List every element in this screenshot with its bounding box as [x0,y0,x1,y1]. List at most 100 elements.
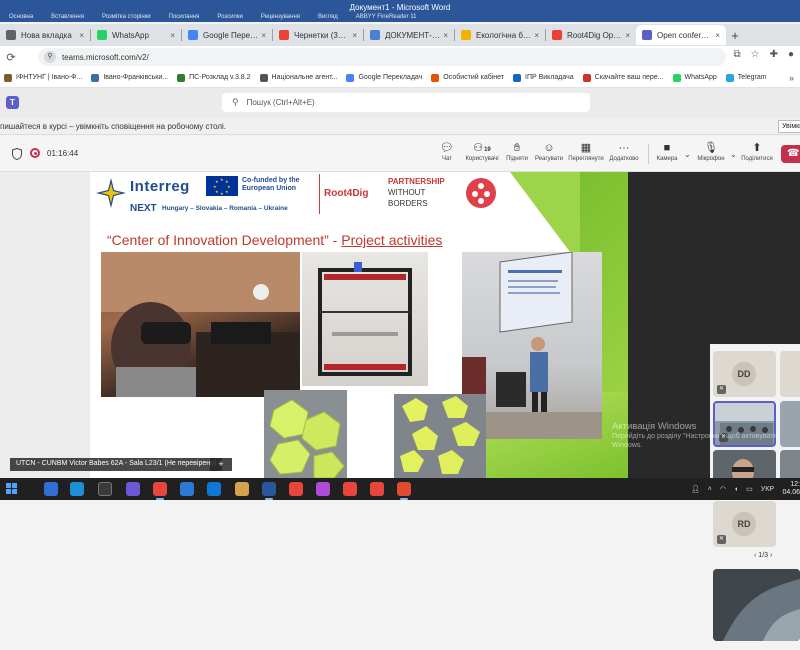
more-button[interactable]: ··· Додатково [604,140,644,162]
participants-count: 19 [484,147,491,153]
extensions-icon[interactable]: ✚ [770,49,778,60]
site-info-icon[interactable]: ⚲ [44,51,56,63]
browser-tab[interactable]: Root4Dig Open Call × [546,25,636,45]
share-button[interactable]: ⬆ Поділитися [737,140,777,162]
tab-close-icon[interactable]: × [625,31,630,40]
browser-tab[interactable]: Екологічна безпека × [455,25,545,45]
mic-options-chevron-icon[interactable]: ⌄ [730,150,737,159]
tray-chevron-icon[interactable]: ˄ [708,486,712,493]
browser-tab[interactable]: Нова вкладка × [0,25,90,45]
tab-close-icon[interactable]: × [79,31,84,40]
file-explorer-icon[interactable] [44,482,58,496]
install-app-icon[interactable]: ⧉ [733,49,740,60]
browser-tab[interactable]: ДОКУМЕНТ-001 × [364,25,454,45]
bookmark-item[interactable]: Google Перекладач [346,73,422,82]
bookmark-item[interactable]: Національне агент... [259,73,337,82]
bookmark-item[interactable]: Скачайте ваш пере... [582,73,664,82]
self-view-video[interactable] [713,569,800,641]
new-tab-button[interactable]: + [726,28,744,43]
word-ribbon-tab[interactable]: Рецензування [252,14,309,22]
word-ribbon-tab[interactable]: Основна [0,14,42,22]
tab-close-icon[interactable]: × [170,31,175,40]
edge-icon[interactable] [70,482,84,496]
word-icon[interactable] [262,482,276,500]
people-button[interactable]: ⚇19 Користувачі [462,140,502,162]
tab-close-icon[interactable]: × [443,31,448,40]
taskbar-clock[interactable]: 12: 04.06 [782,481,800,497]
pager-next-icon[interactable]: › [770,552,772,559]
viber-icon[interactable] [316,482,330,496]
next-logo-text: NEXT [130,203,157,214]
stage-caption-more-icon[interactable]: + [210,458,232,471]
url-input[interactable]: ⚲ teams.microsoft.com/v2/ [38,48,726,66]
mail-icon[interactable] [180,482,194,496]
tab-close-icon[interactable]: × [352,31,357,40]
bookmark-item[interactable]: Івано-Франківськи... [91,73,168,82]
word-ribbon-tab[interactable]: Розсилки [208,14,252,22]
tray-battery-icon[interactable]: ▭ [746,485,753,493]
tray-wifi-icon[interactable]: ◠ [720,485,726,493]
bookmark-item[interactable]: ІПР Викладача [513,73,574,82]
mic-button[interactable]: 🎙︎ Мікрофон [691,140,731,162]
shield-icon[interactable] [12,148,22,160]
tab-close-icon[interactable]: × [534,31,539,40]
task-view-icon[interactable] [98,482,112,496]
teams-logo-icon[interactable]: T [6,96,19,109]
tray-person-icon[interactable]: 👤︎ [691,485,700,493]
bookmark-label: Telegram [737,74,767,81]
photo-tiles-scene [269,399,345,478]
profile-icon[interactable]: ● [788,49,794,60]
tray-language[interactable]: УКР [761,486,774,493]
participant-tile-partial[interactable] [780,401,800,447]
bookmark-item[interactable]: Telegram [725,73,767,82]
reload-icon[interactable]: ⟳ [0,51,22,64]
chrome-app-2-icon[interactable] [370,482,384,496]
participant-tile-partial[interactable] [780,351,800,397]
chrome-profile-icon[interactable] [289,482,303,496]
camera-options-chevron-icon[interactable]: ⌄ [684,150,691,159]
store-icon[interactable] [126,482,140,496]
enable-notifications-button[interactable]: Увімкнути [778,120,800,133]
browser-tab[interactable]: WhatsApp × [91,25,181,45]
windows-start-icon[interactable] [6,483,18,495]
bookmark-item[interactable]: Особистий кабінет [431,73,504,82]
bookmark-item[interactable]: ІФНТУНГ | Івано-Ф... [4,73,82,82]
chrome-icon[interactable] [153,482,167,500]
browser-tab[interactable]: Чернетки (39) - ivan × [273,25,363,45]
participant-tile[interactable]: DD ✕ [713,351,776,397]
browser-tab-active[interactable]: Open conference × [636,25,726,45]
pager-prev-icon[interactable]: ‹ [754,552,756,559]
view-button[interactable]: ▦ Переглянути [566,140,606,162]
bookmark-label: ІПР Викладача [525,74,574,81]
leave-call-button[interactable]: ☎ [781,145,800,163]
tab-favicon-icon [461,30,471,40]
word-ribbon-tab[interactable]: Вставлення [42,14,93,22]
search-placeholder: Пошук (Ctrl+Alt+E) [246,98,315,107]
bookmarks-overflow-icon[interactable]: » [789,73,794,83]
participant-tile[interactable]: RD ✕ [713,501,776,547]
chrome-app-icon[interactable] [343,482,357,496]
outlook-icon[interactable] [207,482,221,496]
participant-avatar: RD [732,512,756,536]
word-ribbon-tab[interactable]: Посилання [160,14,209,22]
word-ribbon-tab[interactable]: Розмітка сторінки [93,14,160,22]
tab-close-icon[interactable]: × [261,31,266,40]
bookmark-star-icon[interactable]: ☆ [751,49,760,60]
root4dig-logo-text: Root4Dig [324,188,369,199]
powerpoint-icon[interactable] [397,482,411,500]
without-text: WITHOUT [388,188,426,197]
tab-close-icon[interactable]: × [715,31,720,40]
browser-tab[interactable]: Google Перекладач × [182,25,272,45]
teams-search-input[interactable]: ⚲ Пошук (Ctrl+Alt+E) [222,93,590,112]
word-ribbon-tab[interactable]: ABBYY FineReader 11 [347,14,426,22]
word-ribbon-tab[interactable]: Вигляд [309,14,347,22]
bookmark-item[interactable]: WhatsApp [672,73,717,82]
word-title-bar: Документ1 - Microsoft Word Основна Встав… [0,0,800,22]
bookmark-label: ПС-Розклад v.3.8.2 [189,74,251,81]
folder-icon[interactable] [235,482,249,496]
camera-button[interactable]: ■ Камера [647,140,687,162]
react-button[interactable]: ☺ Реагувати [529,140,569,162]
bookmark-item[interactable]: ПС-Розклад v.3.8.2 [177,73,251,82]
tray-volume-icon[interactable]: ◖ [734,486,738,493]
chat-button[interactable]: 💬︎ Чат [427,140,467,162]
